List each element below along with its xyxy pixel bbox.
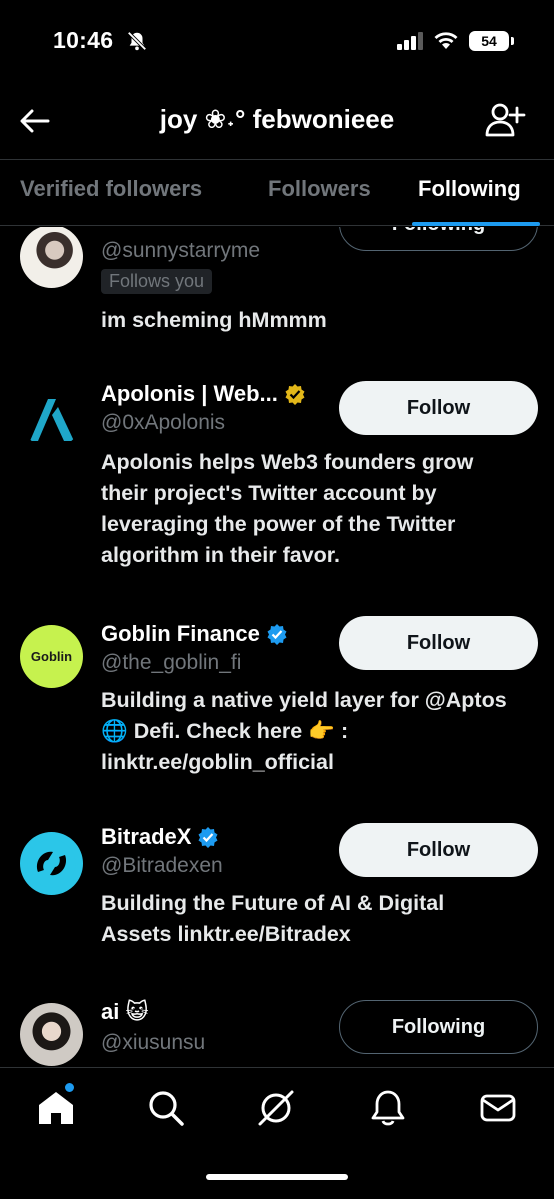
battery-tip [511,37,514,45]
avatar[interactable] [20,832,83,895]
list-item[interactable]: BitradeX @Bitradexen Building the Future… [0,823,554,974]
follows-you-badge: Follows you [101,269,213,294]
user-bio: Apolonis helps Web3 founders grow their … [101,450,474,567]
status-time: 10:46 [53,27,114,53]
tab-bar: Verified followers Followers Following [0,160,554,226]
verified-badge-icon [198,827,218,848]
verified-badge-icon [267,624,287,645]
home-indicator [206,1174,348,1180]
active-tab-indicator [412,222,540,226]
user-handle: @xiusunsu [101,1031,206,1054]
avatar[interactable] [20,1003,83,1066]
list-item[interactable]: Apolonis | Web... @0xApolonis Apolonis h… [0,377,554,577]
user-name: ai 😺 [101,999,149,1024]
notifications-icon[interactable] [368,1088,408,1128]
name-row: BitradeX [101,824,219,850]
avatar[interactable]: Goblin [20,625,83,688]
user-handle: @0xApolonis [101,411,226,434]
tab-followers[interactable]: Followers [268,176,371,202]
user-bio: Building a native yield layer for @Aptos… [101,688,507,774]
user-name: BitradeX [101,824,192,849]
user-bio: Building the Future of AI & Digital Asse… [101,891,445,946]
avatar[interactable] [20,227,83,288]
verified-gold-badge-icon [285,384,305,405]
list-item[interactable]: ai 😺 @xiusunsu Following [0,997,554,1067]
follow-button[interactable]: Follow [339,381,538,435]
cellular-signal-icon [397,32,423,50]
list-item[interactable]: @sunnystarryme Follows you im scheming h… [0,227,554,357]
following-button[interactable]: Following [339,227,538,251]
following-list: @sunnystarryme Follows you im scheming h… [0,227,554,1067]
search-icon[interactable] [146,1088,186,1128]
follow-button[interactable]: Follow [339,616,538,670]
bell-off-icon [127,31,147,51]
user-handle: @Bitradexen [101,854,223,877]
follow-button[interactable]: Follow [339,823,538,877]
status-bar: 10:46 54 [0,0,554,84]
apolonis-logo-icon [30,399,74,441]
back-arrow-icon[interactable] [18,104,52,138]
wifi-icon [434,32,458,49]
user-name: Apolonis | Web... [101,381,278,406]
name-row: Apolonis | Web... [101,381,306,407]
messages-icon[interactable] [478,1088,518,1128]
name-row: Goblin Finance [101,621,288,647]
goblin-logo-text: Goblin [30,649,73,664]
tab-verified-followers[interactable]: Verified followers [20,176,202,202]
user-handle: @sunnystarryme [101,239,261,262]
bitradex-logo-icon [27,839,76,888]
tab-following[interactable]: Following [418,176,521,202]
following-button[interactable]: Following [339,1000,538,1054]
name-row: ai 😺 [101,999,148,1025]
profile-title: joy ❀˖° febwonieee [159,104,395,134]
user-bio: im scheming hMmmm [101,308,327,332]
grok-icon[interactable] [256,1088,296,1128]
battery-indicator: 54 [469,31,509,51]
user-name: Goblin Finance [101,621,260,646]
user-handle: @the_goblin_fi [101,651,242,674]
avatar[interactable] [20,385,83,448]
list-item[interactable]: Goblin Goblin Finance @the_goblin_fi Bui… [0,616,554,787]
home-icon[interactable] [36,1088,76,1128]
battery-level: 54 [481,33,497,49]
add-user-icon[interactable] [484,100,526,142]
notification-dot [64,1082,75,1093]
header: joy ❀˖° febwonieee [0,84,554,160]
